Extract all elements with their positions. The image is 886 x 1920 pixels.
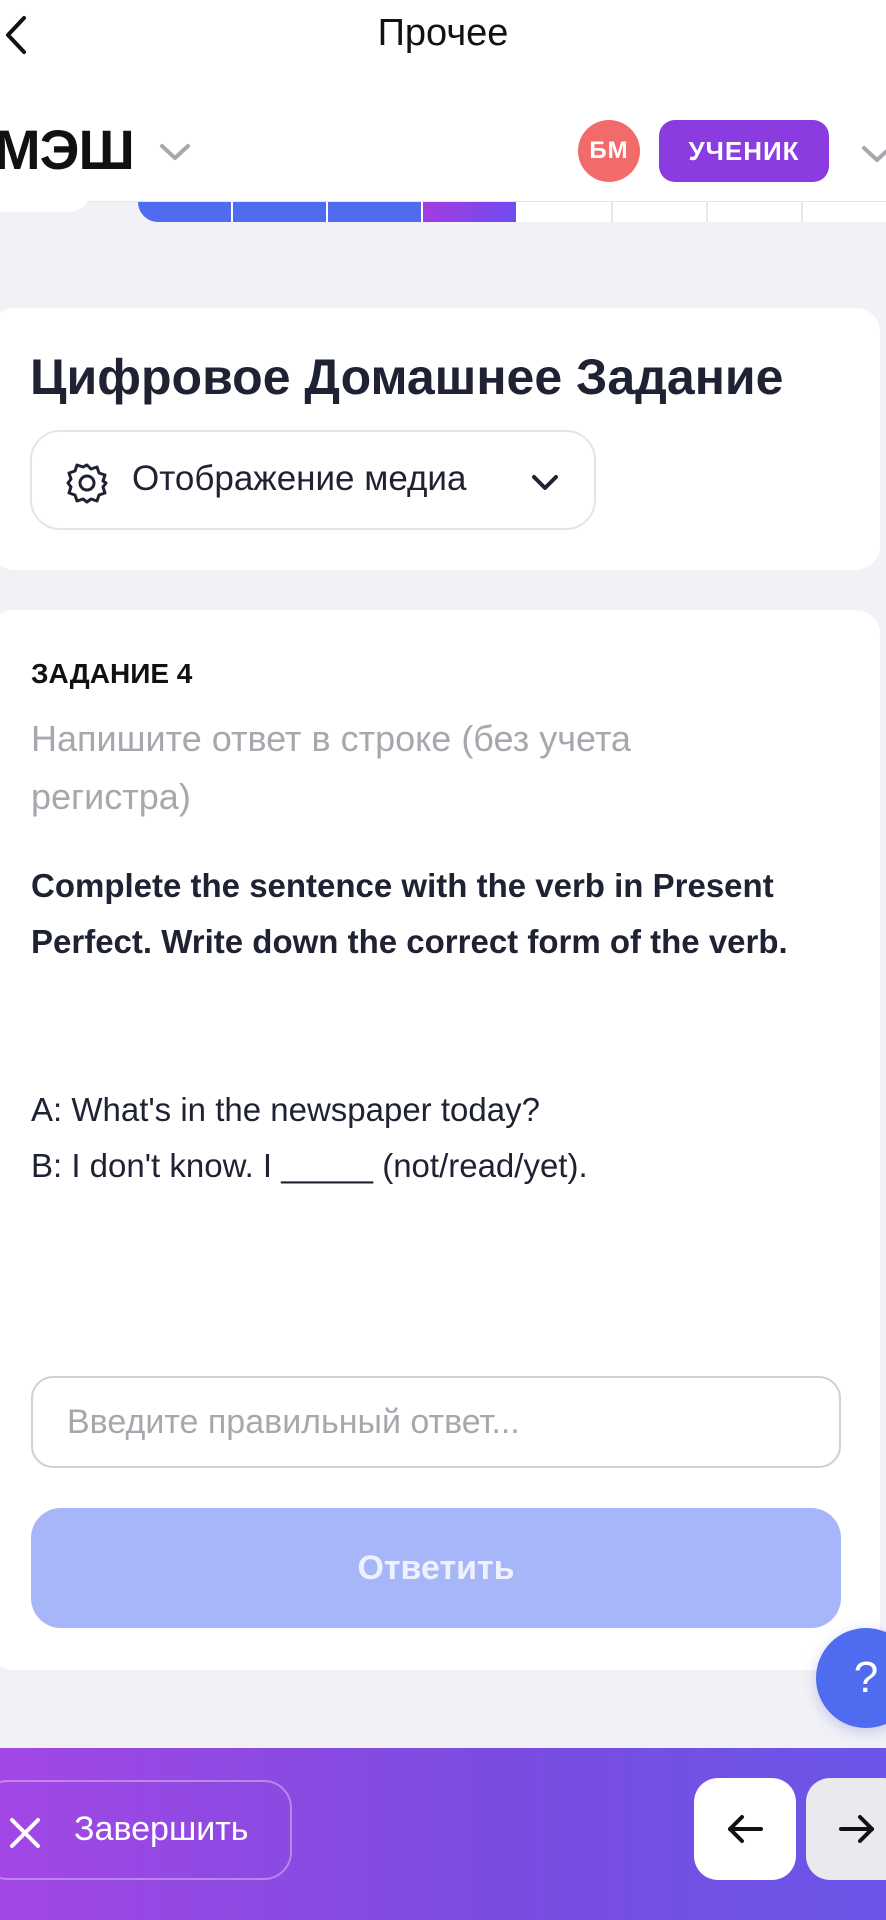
bottom-action-bar: Завершить xyxy=(0,1748,886,1920)
next-task-button[interactable] xyxy=(806,1778,886,1880)
progress-segment-2[interactable] xyxy=(233,202,328,222)
chevron-down-icon[interactable] xyxy=(860,142,886,166)
task-number: ЗАДАНИЕ 4 xyxy=(31,658,193,689)
top-navigation-bar: Прочее xyxy=(0,0,886,72)
media-display-label: Отображение медиа xyxy=(132,459,467,498)
progress-segment-6[interactable] xyxy=(613,202,708,222)
progress-segment-8[interactable] xyxy=(803,202,886,222)
arrow-left-icon xyxy=(728,1815,763,1843)
answer-input[interactable] xyxy=(31,1376,841,1468)
task-progress-strip xyxy=(138,202,886,222)
app-header: МЭШ БМ УЧЕНИК xyxy=(0,72,886,202)
chevron-down-icon[interactable] xyxy=(158,140,192,164)
finish-button[interactable]: Завершить xyxy=(0,1780,292,1880)
gear-icon xyxy=(66,463,108,504)
progress-segment-5[interactable] xyxy=(518,202,613,222)
progress-segment-4[interactable] xyxy=(423,202,518,222)
media-display-dropdown[interactable]: Отображение медиа xyxy=(30,430,596,530)
task-instruction: Complete the sentence with the verb in P… xyxy=(31,867,788,960)
close-icon xyxy=(10,1818,40,1848)
role-badge[interactable]: УЧЕНИК xyxy=(659,120,829,182)
finish-label: Завершить xyxy=(74,1810,249,1848)
task-dialogue: A: What's in the newspaper today? B: I d… xyxy=(31,1082,831,1194)
progress-segment-1[interactable] xyxy=(138,202,233,222)
chevron-down-icon xyxy=(532,475,558,490)
arrow-right-icon xyxy=(839,1815,874,1843)
dialogue-line: B: I don't know. I _____ (not/read/yet). xyxy=(31,1147,588,1184)
homework-title-card: Цифровое Домашнее Задание Отображение ме… xyxy=(0,308,880,570)
tab-stub xyxy=(0,188,90,212)
progress-segment-3[interactable] xyxy=(328,202,423,222)
dialogue-line: A: What's in the newspaper today? xyxy=(31,1091,540,1128)
nav-title: Прочее xyxy=(377,12,509,54)
avatar[interactable]: БМ xyxy=(578,120,640,182)
progress-segment-7[interactable] xyxy=(708,202,803,222)
page-title: Цифровое Домашнее Задание xyxy=(30,349,784,405)
task-card: ЗАДАНИЕ 4 Напишите ответ в строке (без у… xyxy=(0,610,880,1670)
previous-task-button[interactable] xyxy=(694,1778,796,1880)
submit-answer-button[interactable]: Ответить xyxy=(31,1508,841,1628)
task-hint: Напишите ответ в строке (без учета регис… xyxy=(31,718,631,817)
app-logo[interactable]: МЭШ xyxy=(0,117,135,182)
